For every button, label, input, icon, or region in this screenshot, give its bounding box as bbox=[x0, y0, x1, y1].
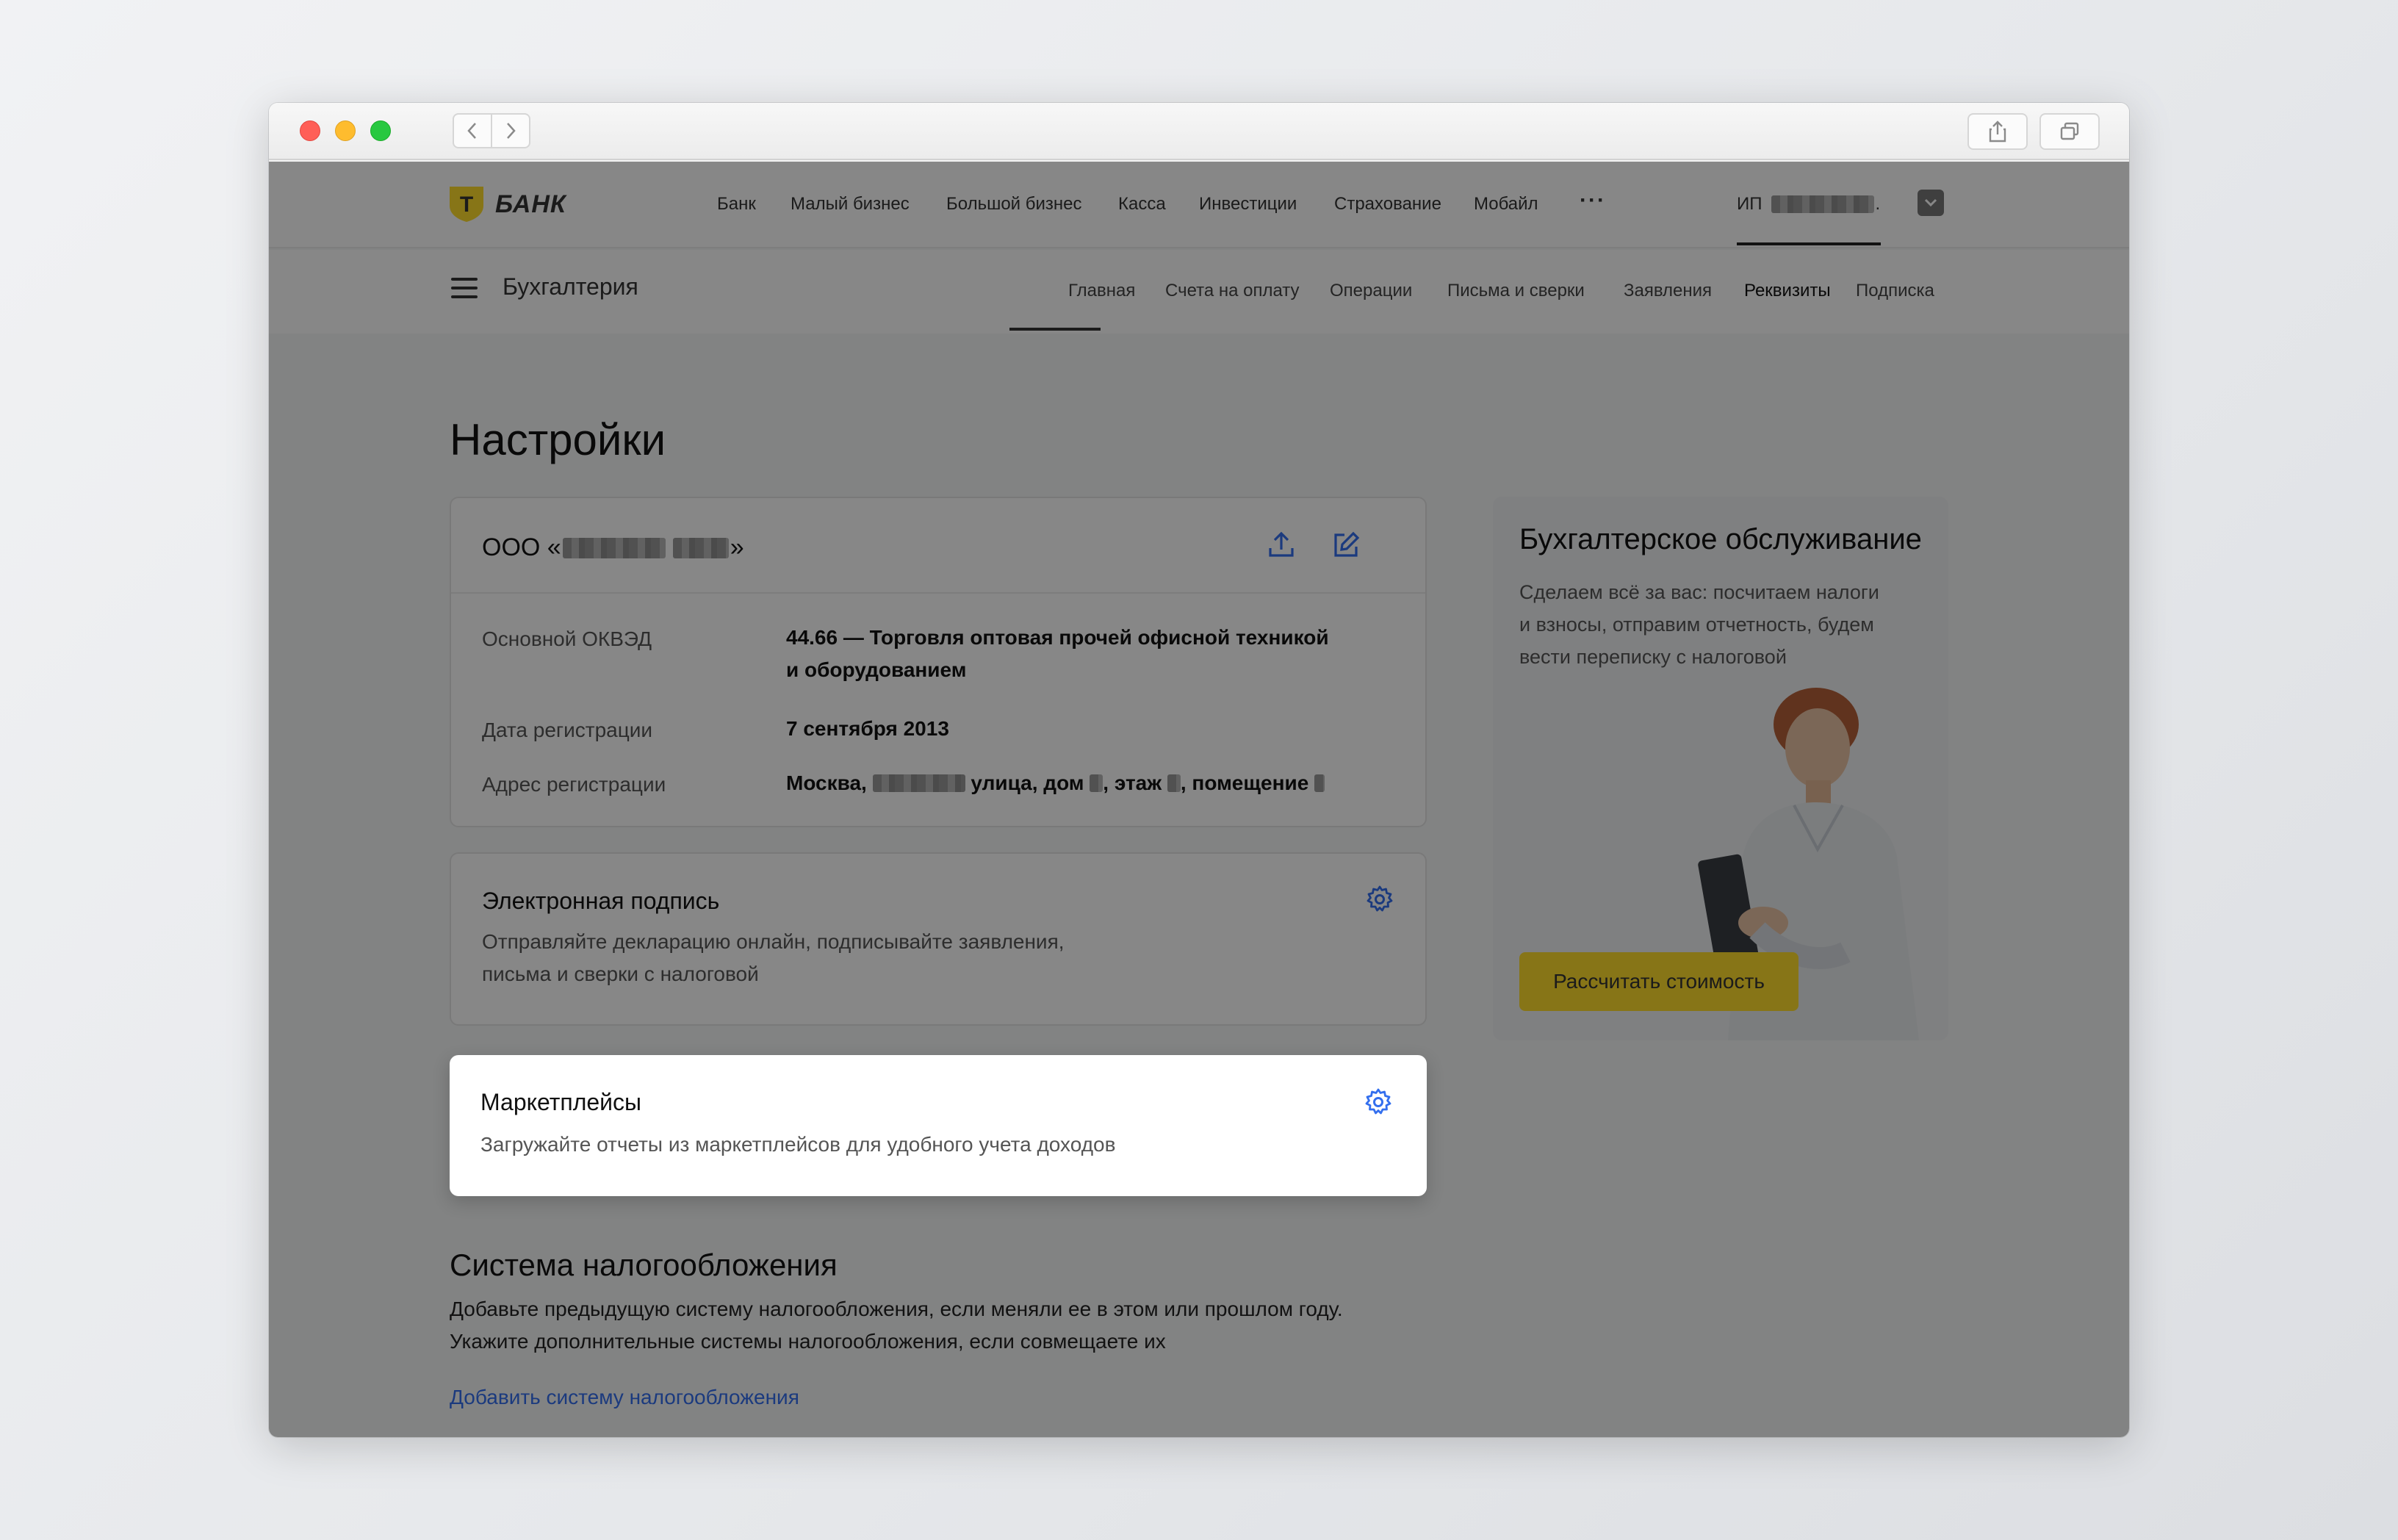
share-button[interactable] bbox=[1967, 113, 2028, 150]
gear-icon bbox=[1365, 1088, 1391, 1115]
share-icon bbox=[1989, 120, 2006, 143]
marketplaces-settings-button[interactable] bbox=[1362, 1086, 1394, 1118]
web-page: Т БАНК Банк Малый бизнес Большой бизнес … bbox=[269, 162, 2129, 1437]
forward-button[interactable] bbox=[491, 113, 530, 148]
maximize-window-button[interactable] bbox=[370, 120, 391, 141]
tabs-icon bbox=[2060, 122, 2079, 140]
marketplaces-title: Маркетплейсы bbox=[480, 1089, 642, 1115]
minimize-window-button[interactable] bbox=[335, 120, 356, 141]
back-button[interactable] bbox=[453, 113, 492, 148]
browser-titlebar bbox=[269, 103, 2129, 160]
tabs-overview-button[interactable] bbox=[2039, 113, 2100, 150]
browser-window: Т БАНК Банк Малый бизнес Большой бизнес … bbox=[269, 103, 2129, 1437]
modal-dim-overlay bbox=[269, 162, 2129, 1437]
marketplaces-card[interactable]: Маркетплейсы Загружайте отчеты из маркет… bbox=[450, 1055, 1427, 1196]
chevron-left-icon bbox=[467, 123, 476, 139]
marketplaces-description: Загружайте отчеты из маркетплейсов для у… bbox=[480, 1133, 1116, 1156]
chevron-right-icon bbox=[507, 123, 516, 139]
close-window-button[interactable] bbox=[300, 120, 320, 141]
